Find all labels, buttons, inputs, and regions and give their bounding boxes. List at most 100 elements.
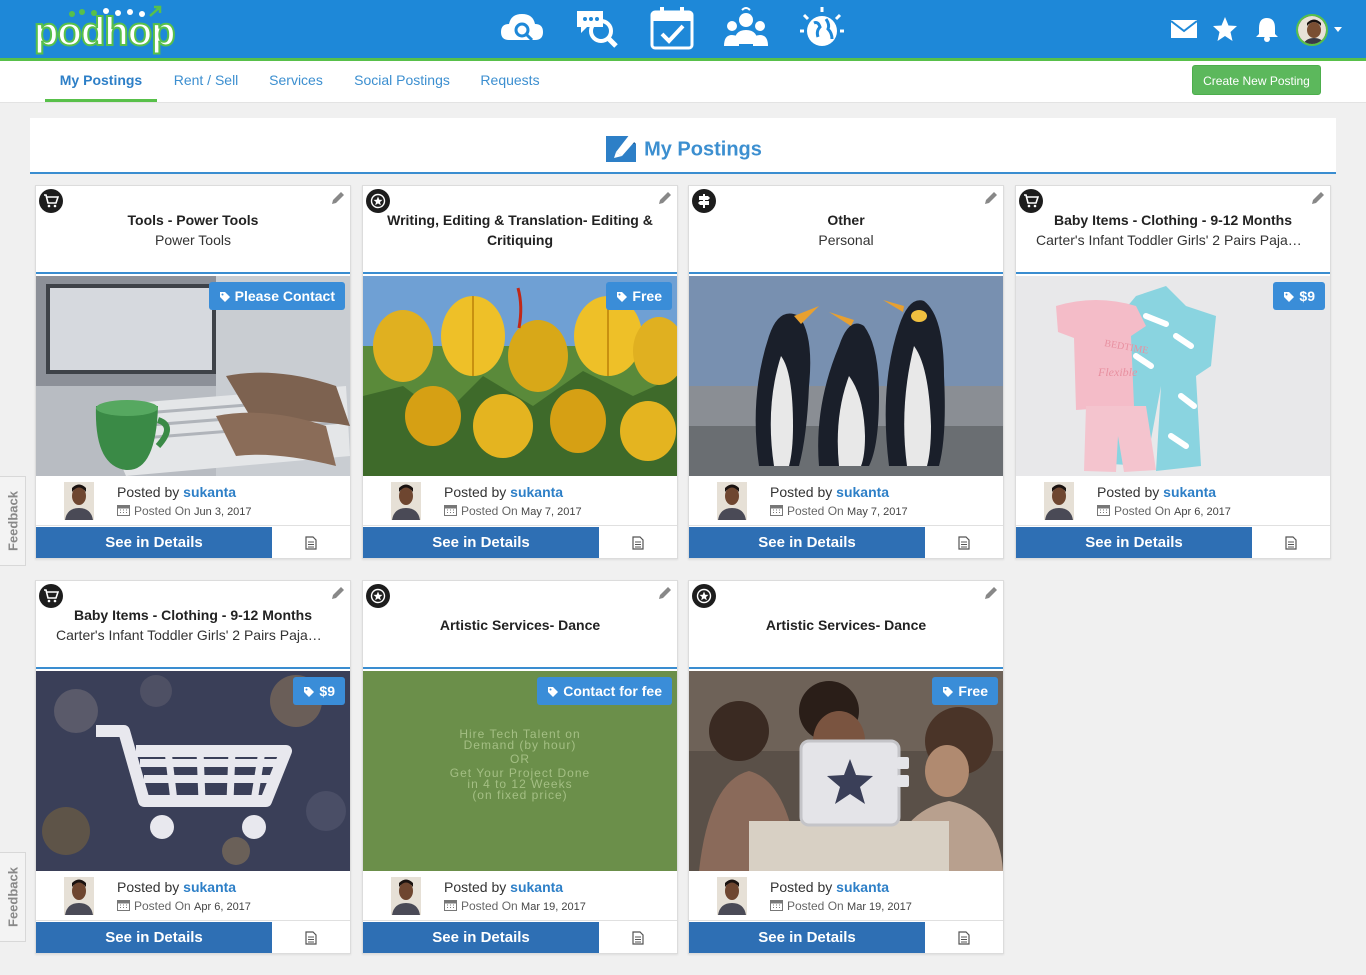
card-title: Tools - Power Tools <box>127 212 259 228</box>
posted-by-label: Posted by <box>1097 484 1160 500</box>
card-title: Baby Items - Clothing - 9-12 Months <box>1053 212 1292 228</box>
green-text-image[interactable]: Hire Tech Talent on Demand (by hour) OR … <box>363 671 677 871</box>
document-icon[interactable] <box>272 527 350 558</box>
card-title: Artistic Services- Dance <box>439 617 601 633</box>
poster-avatar[interactable] <box>717 482 747 520</box>
calendar-check-icon[interactable] <box>648 5 696 51</box>
posted-by-label: Posted by <box>117 879 180 895</box>
cloud-search-icon[interactable] <box>498 5 546 51</box>
see-details-button[interactable]: See in Details <box>36 922 272 953</box>
pajamas-image[interactable]: BEDTIME Flexible $9 <box>1016 276 1330 476</box>
price-badge: Contact for fee <box>537 677 672 705</box>
posted-on-label: Posted On <box>787 899 844 913</box>
community-icon[interactable] <box>722 5 770 51</box>
poster-username-link[interactable]: sukanta <box>183 879 236 895</box>
see-details-button[interactable]: See in Details <box>689 527 925 558</box>
poster-username-link[interactable]: sukanta <box>183 484 236 500</box>
edit-pencil-icon[interactable] <box>657 190 673 206</box>
document-icon[interactable] <box>925 922 1003 953</box>
posted-by-label: Posted by <box>444 484 507 500</box>
tab-services[interactable]: Services <box>260 61 332 102</box>
postings-note-icon <box>604 130 638 170</box>
posting-card: Writing, Editing & Translation- Editing … <box>362 185 678 559</box>
logo-text: podhop <box>33 9 177 55</box>
star-icon[interactable] <box>1211 14 1239 44</box>
tulips-image[interactable]: Free <box>363 276 677 476</box>
poster-username-link[interactable]: sukanta <box>510 484 563 500</box>
calendar-icon <box>444 899 457 914</box>
edit-pencil-icon[interactable] <box>657 585 673 601</box>
edit-pencil-icon[interactable] <box>983 585 999 601</box>
tab-rent-sell[interactable]: Rent / Sell <box>164 61 248 102</box>
globe-icon[interactable] <box>798 5 846 51</box>
poster-avatar[interactable] <box>391 877 421 915</box>
see-details-button[interactable]: See in Details <box>363 527 599 558</box>
edit-pencil-icon[interactable] <box>1310 190 1326 206</box>
tab-requests[interactable]: Requests <box>472 61 548 102</box>
see-details-button[interactable]: See in Details <box>363 922 599 953</box>
price-badge: Free <box>606 282 672 310</box>
poster-username-link[interactable]: sukanta <box>836 484 889 500</box>
tag-icon <box>219 284 231 312</box>
posted-by-label: Posted by <box>770 484 833 500</box>
create-new-posting-button[interactable]: Create New Posting <box>1192 65 1321 95</box>
document-icon[interactable] <box>925 527 1003 558</box>
edit-pencil-icon[interactable] <box>330 585 346 601</box>
posted-by-label: Posted by <box>770 879 833 895</box>
document-icon[interactable] <box>599 527 677 558</box>
tabs-bar: My Postings Rent / Sell Services Social … <box>0 61 1366 103</box>
posting-card: Baby Items - Clothing - 9-12 Months Carte… <box>35 580 351 954</box>
document-icon[interactable] <box>1252 527 1330 558</box>
keyboard-desk-image[interactable]: Please Contact <box>36 276 350 476</box>
see-details-button[interactable]: See in Details <box>1016 527 1252 558</box>
card-subtitle: Power Tools <box>154 232 231 248</box>
user-avatar[interactable] <box>1296 14 1328 46</box>
document-icon[interactable] <box>599 922 677 953</box>
bell-icon[interactable] <box>1253 14 1281 44</box>
feedback-tab[interactable]: Feedback <box>0 476 26 566</box>
svg-text:Flexible: Flexible <box>1097 365 1138 379</box>
kids-reading-image[interactable]: Free <box>689 671 1003 871</box>
penguins-image[interactable] <box>689 276 1003 476</box>
tab-my-postings[interactable]: My Postings <box>45 61 157 102</box>
posted-on-label: Posted On <box>461 504 518 518</box>
posted-on-label: Posted On <box>134 504 191 518</box>
price-label: $9 <box>1299 288 1315 304</box>
poster-username-link[interactable]: sukanta <box>836 879 889 895</box>
posting-card: Artistic Services- Dance Free Posted by … <box>688 580 1004 954</box>
price-label: Free <box>632 288 662 304</box>
card-title: Artistic Services- Dance <box>765 617 927 633</box>
poster-username-link[interactable]: sukanta <box>1163 484 1216 500</box>
edit-pencil-icon[interactable] <box>983 190 999 206</box>
feedback-tab[interactable]: Feedback <box>0 852 26 942</box>
podhop-logo[interactable]: podhop <box>33 4 177 56</box>
poster-avatar[interactable] <box>1044 482 1074 520</box>
poster-avatar[interactable] <box>64 482 94 520</box>
section-header: My Postings <box>30 118 1336 174</box>
tag-icon <box>1283 284 1295 312</box>
posted-date: Apr 6, 2017 <box>1174 506 1231 518</box>
posted-date: Apr 6, 2017 <box>194 901 251 913</box>
shopping-cart-image[interactable]: $9 <box>36 671 350 871</box>
calendar-icon <box>117 899 130 914</box>
image-text-line: (on fixed price) <box>472 788 568 802</box>
edit-pencil-icon[interactable] <box>330 190 346 206</box>
mail-icon[interactable] <box>1170 14 1198 44</box>
user-menu-caret-icon[interactable] <box>1334 27 1342 32</box>
calendar-icon <box>770 504 783 519</box>
poster-avatar[interactable] <box>717 877 747 915</box>
posted-by-label: Posted by <box>117 484 180 500</box>
posting-card: Other Personal Posted by sukanta Posted O… <box>688 185 1004 559</box>
tab-social-postings[interactable]: Social Postings <box>344 61 460 102</box>
see-details-button[interactable]: See in Details <box>689 922 925 953</box>
document-icon[interactable] <box>272 922 350 953</box>
price-badge: $9 <box>293 677 345 705</box>
price-badge: Please Contact <box>208 282 345 312</box>
posting-card: Tools - Power Tools Power Tools Please Co… <box>35 185 351 559</box>
people-search-icon[interactable] <box>572 5 620 51</box>
poster-avatar[interactable] <box>391 482 421 520</box>
top-navbar: podhop <box>0 0 1366 58</box>
poster-username-link[interactable]: sukanta <box>510 879 563 895</box>
see-details-button[interactable]: See in Details <box>36 527 272 558</box>
poster-avatar[interactable] <box>64 877 94 915</box>
